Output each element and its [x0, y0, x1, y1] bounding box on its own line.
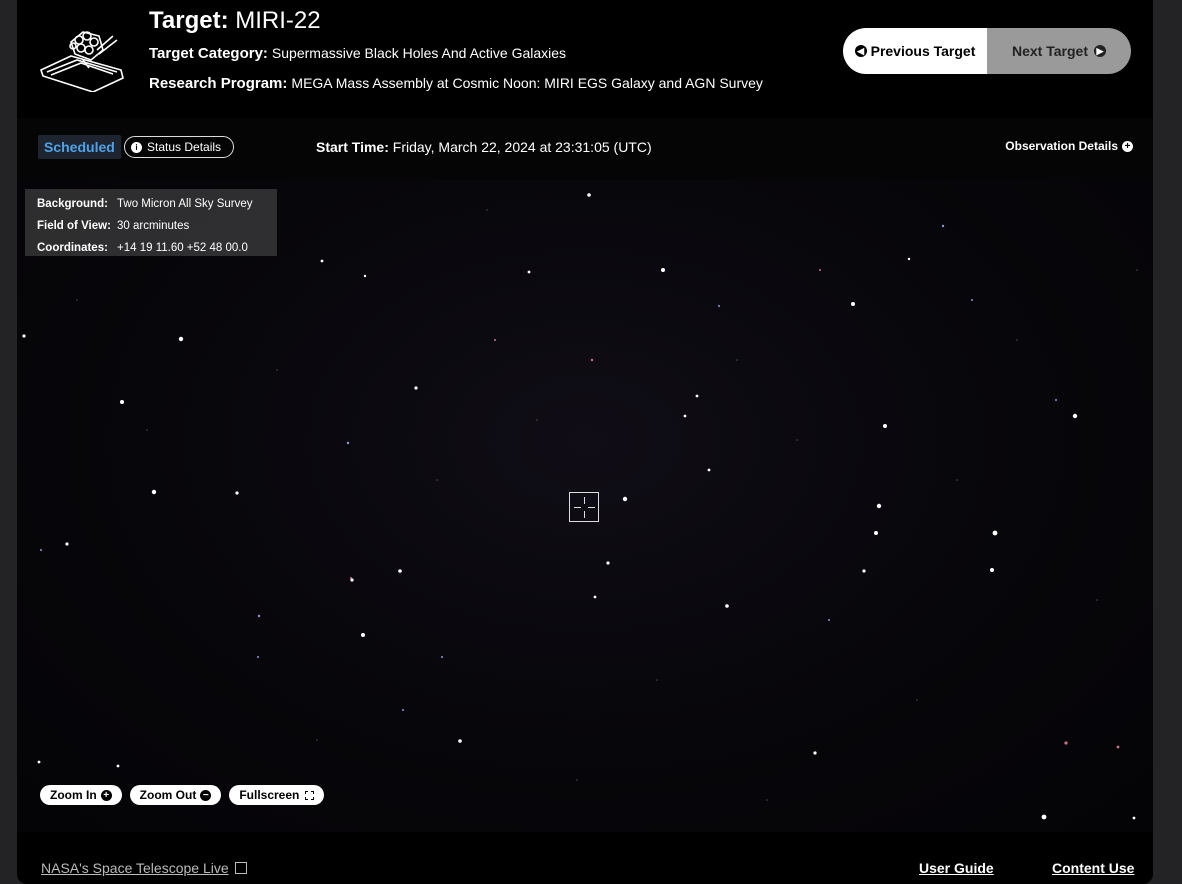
app-window: Target: MIRI-22 Target Category: Supermas… — [17, 0, 1153, 884]
background-info-panel: Background: Two Micron All Sky Survey Fi… — [25, 189, 277, 256]
start-time-value: Friday, March 22, 2024 at 23:31:05 (UTC) — [392, 139, 652, 155]
previous-target-button[interactable]: ◀ Previous Target — [843, 28, 987, 74]
start-time: Start Time: Friday, March 22, 2024 at 23… — [316, 138, 652, 156]
status-details-label: Status Details — [147, 140, 222, 154]
category-value: Supermassive Black Holes And Active Gala… — [271, 45, 567, 61]
info-key: Coordinates: — [37, 242, 108, 254]
fullscreen-button[interactable]: Fullscreen — [229, 785, 325, 805]
info-icon: i — [131, 141, 142, 153]
arrow-right-icon: ▶ — [1093, 45, 1106, 57]
zoom-controls: Zoom In + Zoom Out − Fullscreen — [40, 785, 325, 805]
target-title: Target: MIRI-22 — [149, 6, 321, 36]
target-category: Target Category: Supermassive Black Holes… — [149, 44, 566, 63]
program-value: MEGA Mass Assembly at Cosmic Noon: MIRI … — [291, 75, 763, 91]
info-row-coordinates: Coordinates: +14 19 11.60 +52 48 00.0 — [37, 237, 277, 259]
content-use-link[interactable]: Content Use — [1052, 860, 1134, 876]
target-label: Target: — [149, 7, 229, 34]
info-value: 30 arcminutes — [117, 220, 190, 232]
zoom-in-label: Zoom In — [50, 788, 97, 802]
zoom-out-label: Zoom Out — [139, 788, 197, 802]
target-name: MIRI-22 — [235, 7, 321, 34]
info-value: +14 19 11.60 +52 48 00.0 — [117, 242, 248, 254]
category-label: Target Category: — [149, 45, 268, 62]
plus-circle-icon: + — [1122, 140, 1133, 152]
fullscreen-label: Fullscreen — [239, 788, 300, 802]
research-program: Research Program: MEGA Mass Assembly at C… — [149, 74, 763, 93]
previous-target-label: Previous Target — [870, 43, 976, 59]
next-target-label: Next Target — [1012, 43, 1088, 59]
crosshair-icon — [569, 492, 599, 522]
start-time-label: Start Time: — [316, 139, 389, 155]
external-link-icon — [234, 862, 247, 874]
observation-details-label: Observation Details — [1005, 139, 1118, 153]
zoom-in-button[interactable]: Zoom In + — [40, 785, 122, 805]
minus-circle-icon: − — [200, 789, 212, 801]
target-header: Target: MIRI-22 Target Category: Supermas… — [17, 0, 1153, 118]
user-guide-link[interactable]: User Guide — [919, 860, 994, 876]
site-home-label: NASA's Space Telescope Live — [41, 860, 229, 876]
arrow-left-icon: ◀ — [854, 45, 867, 57]
footer: NASA's Space Telescope Live User Guide C… — [17, 832, 1153, 884]
info-key: Background: — [37, 198, 108, 210]
info-value: Two Micron All Sky Survey — [117, 198, 253, 210]
status-details-button[interactable]: i Status Details — [124, 136, 234, 158]
target-navigation: ◀ Previous Target Next Target ▶ — [843, 28, 1131, 74]
fullscreen-icon — [305, 790, 315, 800]
telescope-logo-icon — [40, 31, 124, 92]
sky-viewer[interactable]: Background: Two Micron All Sky Survey Fi… — [17, 180, 1153, 832]
info-row-field-of-view: Field of View: 30 arcminutes — [37, 215, 277, 237]
status-badge: Scheduled — [38, 135, 121, 159]
info-row-background: Background: Two Micron All Sky Survey — [37, 193, 277, 215]
status-bar: Scheduled i Status Details Start Time: F… — [17, 118, 1153, 180]
plus-circle-icon: + — [100, 789, 112, 801]
site-home-link[interactable]: NASA's Space Telescope Live — [41, 860, 247, 876]
observation-details-button[interactable]: Observation Details + — [1005, 139, 1133, 153]
next-target-button[interactable]: Next Target ▶ — [987, 28, 1131, 74]
zoom-out-button[interactable]: Zoom Out − — [129, 785, 222, 805]
program-label: Research Program: — [149, 75, 288, 92]
info-key: Field of View: — [37, 220, 111, 232]
